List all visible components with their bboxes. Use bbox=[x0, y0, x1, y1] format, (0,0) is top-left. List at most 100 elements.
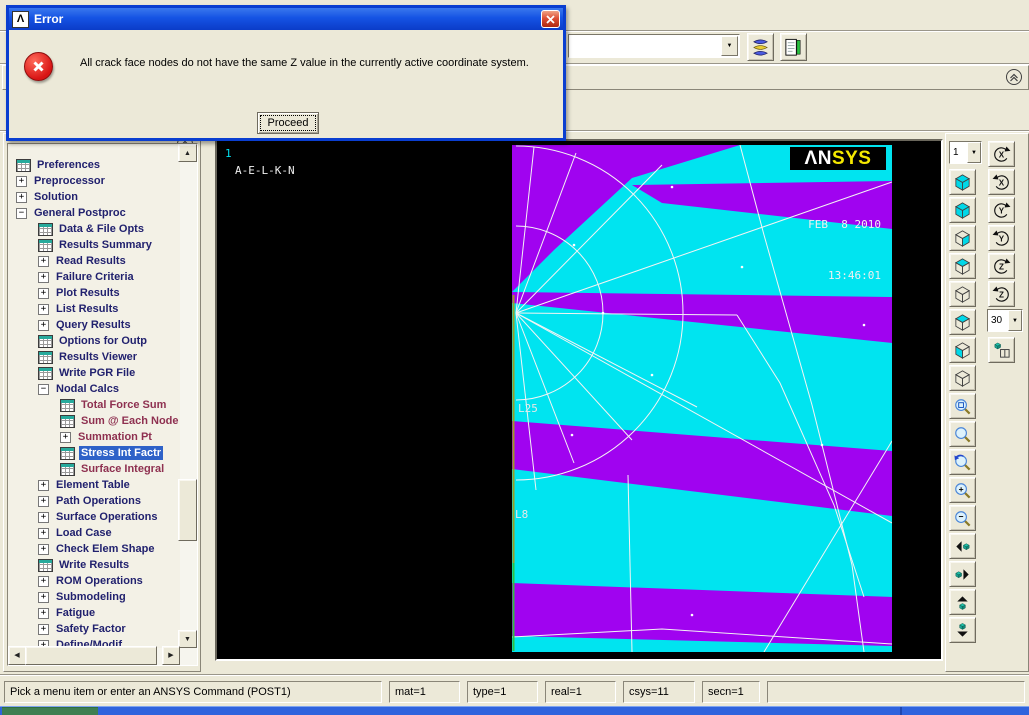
dynamic-mode-button[interactable] bbox=[988, 337, 1015, 363]
scroll-left-button[interactable]: ◀ bbox=[8, 646, 26, 665]
expand-icon[interactable]: + bbox=[38, 256, 49, 267]
menu-item-solution[interactable]: +Solution bbox=[8, 189, 180, 205]
rotate-x-ccw-button[interactable]: X bbox=[988, 169, 1015, 195]
chevron-down-icon[interactable]: ▼ bbox=[721, 36, 738, 56]
pan-left-button[interactable] bbox=[949, 533, 976, 559]
dialog-box-icon[interactable] bbox=[60, 463, 75, 476]
collapse-toolbar-button[interactable] bbox=[1005, 68, 1023, 86]
back-view-button[interactable] bbox=[949, 253, 976, 279]
hscroll-thumb[interactable] bbox=[25, 646, 157, 665]
menu-item-sum-each-node[interactable]: Sum @ Each Node bbox=[8, 413, 180, 429]
menu-item-options-for-outp[interactable]: Options for Outp bbox=[8, 333, 180, 349]
menu-item-surface-operations[interactable]: +Surface Operations bbox=[8, 509, 180, 525]
menu-item-preferences[interactable]: Preferences bbox=[8, 157, 180, 173]
menu-item-write-pgr-file[interactable]: Write PGR File bbox=[8, 365, 180, 381]
menu-item-plot-results[interactable]: +Plot Results bbox=[8, 285, 180, 301]
chevron-down-icon[interactable]: ▼ bbox=[967, 142, 981, 163]
isometric-view-button[interactable] bbox=[949, 169, 976, 195]
dialog-box-icon[interactable] bbox=[38, 351, 53, 364]
expand-icon[interactable]: + bbox=[16, 176, 27, 187]
top-view-button[interactable] bbox=[949, 281, 976, 307]
collapse-icon[interactable]: − bbox=[38, 384, 49, 395]
menu-item-check-elem-shape[interactable]: +Check Elem Shape bbox=[8, 541, 180, 557]
start-button-edge[interactable] bbox=[2, 707, 98, 715]
expand-icon[interactable]: + bbox=[60, 432, 71, 443]
menu-item-failure-criteria[interactable]: +Failure Criteria bbox=[8, 269, 180, 285]
expand-icon[interactable]: + bbox=[16, 192, 27, 203]
oblique-view-button[interactable] bbox=[949, 197, 976, 223]
left-view-button[interactable] bbox=[949, 337, 976, 363]
expand-icon[interactable]: + bbox=[38, 288, 49, 299]
front-view-button[interactable] bbox=[949, 225, 976, 251]
dialog-box-icon[interactable] bbox=[38, 559, 53, 572]
expand-icon[interactable]: + bbox=[38, 608, 49, 619]
menu-item-element-table[interactable]: +Element Table bbox=[8, 477, 180, 493]
expand-icon[interactable]: + bbox=[38, 544, 49, 555]
expand-icon[interactable]: + bbox=[38, 512, 49, 523]
zoom-out-button[interactable]: − bbox=[949, 505, 976, 531]
pan-down-button[interactable] bbox=[949, 617, 976, 643]
dialog-box-icon[interactable] bbox=[60, 399, 75, 412]
zoom-back-button[interactable] bbox=[949, 449, 976, 475]
windows-taskbar[interactable] bbox=[0, 706, 1029, 715]
bottom-view-button[interactable] bbox=[949, 309, 976, 335]
menu-item-rom-operations[interactable]: +ROM Operations bbox=[8, 573, 180, 589]
expand-icon[interactable]: + bbox=[38, 576, 49, 587]
toolbar-combobox-input[interactable] bbox=[571, 37, 721, 55]
menu-item-summation-pt[interactable]: +Summation Pt bbox=[8, 429, 180, 445]
right-view-button[interactable] bbox=[949, 365, 976, 391]
dialog-box-icon[interactable] bbox=[60, 415, 75, 428]
dialog-box-icon[interactable] bbox=[38, 367, 53, 380]
menu-item-stress-int-factr[interactable]: Stress Int Factr bbox=[8, 445, 180, 461]
proceed-button[interactable]: Proceed bbox=[257, 112, 319, 134]
expand-icon[interactable]: + bbox=[38, 480, 49, 491]
rotate-y-ccw-button[interactable]: Y bbox=[988, 225, 1015, 251]
dialog-box-icon[interactable] bbox=[16, 159, 31, 172]
rotate-y-cw-button[interactable]: Y bbox=[988, 197, 1015, 223]
chevron-down-icon[interactable]: ▼ bbox=[1008, 310, 1022, 331]
zoom-in-button[interactable]: + bbox=[949, 477, 976, 503]
menu-item-list-results[interactable]: +List Results bbox=[8, 301, 180, 317]
rotate-z-cw-button[interactable]: Z bbox=[988, 253, 1015, 279]
graphics-window[interactable]: 1 A-E-L-K-N bbox=[215, 139, 943, 661]
expand-icon[interactable]: + bbox=[38, 496, 49, 507]
expand-icon[interactable]: + bbox=[38, 272, 49, 283]
plot-window-select[interactable]: 1 ▼ bbox=[949, 141, 982, 164]
close-button[interactable] bbox=[541, 10, 560, 28]
expand-icon[interactable]: + bbox=[38, 592, 49, 603]
menu-item-results-summary[interactable]: Results Summary bbox=[8, 237, 180, 253]
stacked-layers-button[interactable] bbox=[747, 33, 774, 61]
menu-item-results-viewer[interactable]: Results Viewer bbox=[8, 349, 180, 365]
menu-item-nodal-calcs[interactable]: −Nodal Calcs bbox=[8, 381, 180, 397]
dialog-box-icon[interactable] bbox=[38, 223, 53, 236]
toolbar-combobox[interactable]: ▼ bbox=[568, 34, 740, 58]
pan-right-button[interactable] bbox=[949, 561, 976, 587]
expand-icon[interactable]: + bbox=[38, 304, 49, 315]
menu-item-total-force-sum[interactable]: Total Force Sum bbox=[8, 397, 180, 413]
rotate-x-cw-button[interactable]: X bbox=[988, 141, 1015, 167]
dialog-box-icon[interactable] bbox=[60, 447, 75, 460]
menu-item-preprocessor[interactable]: +Preprocessor bbox=[8, 173, 180, 189]
menu-item-general-postproc[interactable]: −General Postproc bbox=[8, 205, 180, 221]
dialog-box-icon[interactable] bbox=[38, 239, 53, 252]
scroll-right-button[interactable]: ▶ bbox=[162, 646, 180, 665]
form-panel-button[interactable] bbox=[780, 33, 807, 61]
menu-item-read-results[interactable]: +Read Results bbox=[8, 253, 180, 269]
menu-item-surface-integral[interactable]: Surface Integral bbox=[8, 461, 180, 477]
expand-icon[interactable]: + bbox=[38, 528, 49, 539]
expand-icon[interactable]: + bbox=[38, 320, 49, 331]
tree-vscrollbar[interactable] bbox=[180, 144, 197, 648]
menu-item-query-results[interactable]: +Query Results bbox=[8, 317, 180, 333]
dialog-box-icon[interactable] bbox=[38, 335, 53, 348]
box-zoom-button[interactable] bbox=[949, 393, 976, 419]
menu-item-submodeling[interactable]: +Submodeling bbox=[8, 589, 180, 605]
scroll-down-button[interactable]: ▼ bbox=[178, 630, 197, 648]
menu-item-load-case[interactable]: +Load Case bbox=[8, 525, 180, 541]
menu-item-safety-factor[interactable]: +Safety Factor bbox=[8, 621, 180, 637]
rotate-increment-select[interactable]: 30 ▼ bbox=[987, 309, 1023, 332]
vscroll-thumb[interactable] bbox=[178, 479, 197, 541]
pan-up-button[interactable] bbox=[949, 589, 976, 615]
error-dialog-titlebar[interactable]: Λ Error bbox=[9, 8, 563, 30]
scroll-up-button[interactable]: ▲ bbox=[178, 144, 197, 162]
menu-item-fatigue[interactable]: +Fatigue bbox=[8, 605, 180, 621]
